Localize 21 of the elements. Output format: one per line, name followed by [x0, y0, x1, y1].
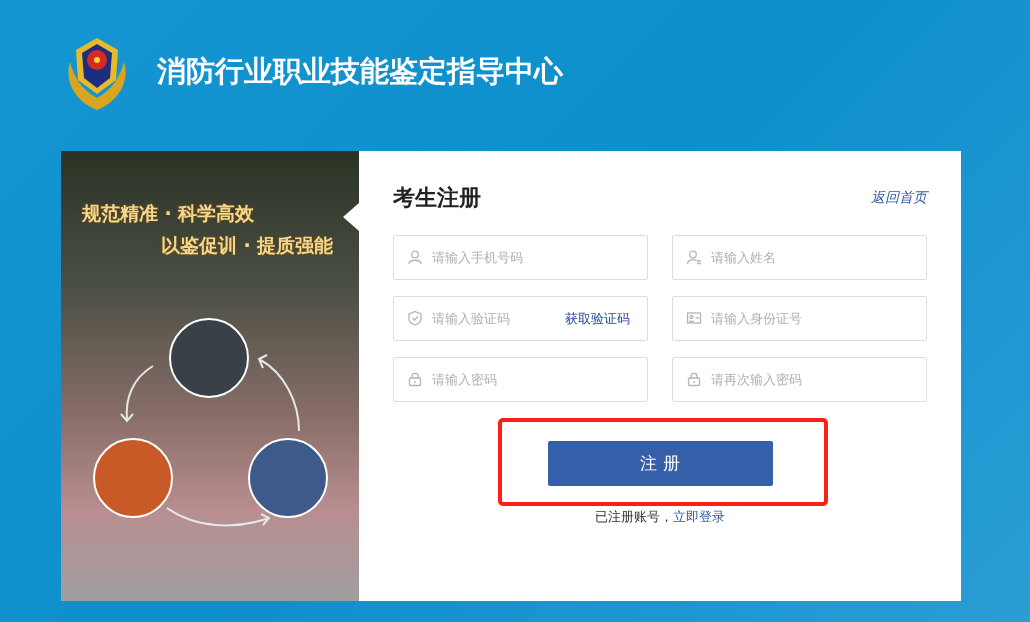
login-link[interactable]: 立即登录: [673, 509, 725, 524]
id-card-icon: [686, 310, 702, 326]
user-icon: [686, 249, 702, 265]
form-title: 考生注册: [393, 184, 481, 212]
register-button[interactable]: 注 册: [547, 441, 773, 486]
back-home-link[interactable]: 返回首页: [871, 189, 927, 207]
input-field[interactable]: 请输入姓名: [672, 235, 927, 280]
input-field[interactable]: 请输入手机号码: [393, 235, 648, 280]
input-field[interactable]: 请再次输入密码: [672, 357, 927, 402]
shield-icon: [407, 310, 423, 326]
pointer-notch: [343, 203, 359, 231]
user-icon: [407, 249, 423, 265]
slogan-text: 以鉴促训 · 提质强能: [161, 233, 334, 258]
site-title: 消防行业职业技能鉴定指导中心: [157, 52, 563, 90]
input-field[interactable]: 请输入身份证号: [672, 296, 927, 341]
lock-icon: [407, 371, 423, 387]
input-field[interactable]: 请输入密码: [393, 357, 648, 402]
get-code-link[interactable]: 获取验证码: [565, 310, 630, 328]
slogan-text: 规范精准 · 科学高效: [82, 201, 255, 226]
login-prompt: 已注册账号，: [595, 509, 673, 524]
lock-icon: [686, 371, 702, 387]
